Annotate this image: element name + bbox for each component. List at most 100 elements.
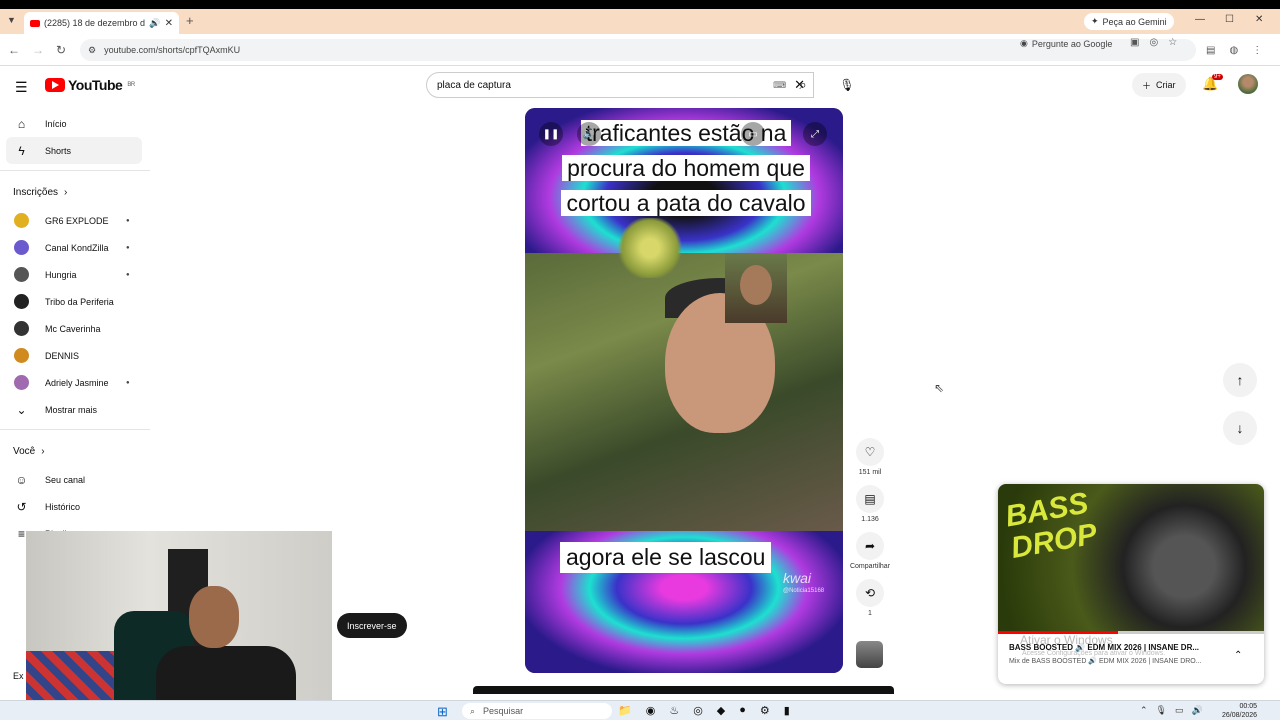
voice-search-button[interactable]: 🎙 — [836, 74, 858, 96]
tray-network-icon[interactable]: ▭ — [1175, 705, 1184, 716]
channel-name: DENNIS — [45, 350, 80, 361]
recorder-icon[interactable]: ● — [739, 704, 746, 717]
profile-icon[interactable]: ◍ — [1229, 45, 1238, 56]
channel-avatar — [14, 348, 29, 363]
keyboard-icon[interactable]: ⌨ — [773, 80, 786, 91]
windows-start-icon[interactable]: ⊞ — [437, 704, 448, 720]
chrome-icon[interactable]: ◉ — [646, 704, 656, 717]
remix-count: 1 — [868, 610, 872, 617]
sidebar-channel-item[interactable]: Canal KondZilla ● — [0, 234, 150, 261]
mouse-cursor-icon: ⇖ — [934, 381, 945, 395]
browser-tab[interactable]: (2285) 18 de dezembro de 2... 🔊 ✕ — [24, 12, 179, 34]
video-inset-face — [725, 253, 787, 323]
create-button[interactable]: ＋ Criar — [1132, 73, 1186, 97]
taskbar-search[interactable]: ⌕ Pesquisar — [462, 703, 612, 719]
captions-icon[interactable]: ▭ — [741, 122, 765, 146]
channel-avatar — [14, 321, 29, 336]
share-button[interactable]: ➦ — [856, 532, 884, 560]
chevron-right-icon: › — [41, 445, 45, 457]
sidebar-channel-item[interactable]: Mc Caverinha — [0, 315, 150, 342]
fullscreen-icon[interactable]: ⤢ — [803, 122, 827, 146]
tray-volume-icon[interactable]: 🔊 — [1192, 705, 1203, 716]
share-label: Compartilhar — [849, 563, 891, 570]
file-explorer-icon[interactable]: 📁 — [618, 704, 632, 717]
clock-date: 26/08/2026 — [1222, 712, 1258, 719]
sound-thumbnail[interactable] — [856, 641, 883, 668]
gemini-label: Peça ao Gemini — [1102, 16, 1167, 27]
subscriptions-label: Inscrições — [13, 186, 59, 198]
window-close-icon[interactable]: ✕ — [1255, 14, 1263, 25]
user-icon: ☺ — [15, 472, 28, 487]
activate-windows-subtitle: Acesse Configurações para ativar o Windo… — [1022, 650, 1166, 657]
channel-avatar — [14, 267, 29, 282]
previous-short-button[interactable]: ↑ — [1223, 363, 1257, 397]
browser-toolbar: ← → ↻ ⚙ youtube.com/shorts/cpfTQAxmKU ◉ … — [0, 34, 1280, 66]
maximize-icon[interactable]: ☐ — [1225, 14, 1234, 25]
subscriptions-heading[interactable]: Inscrições › — [0, 177, 150, 207]
sidebar: ⌂ Início ϟ Shorts Inscrições › GR6 EXPLO… — [0, 110, 150, 547]
sidebar-item-history[interactable]: ↺ Histórico — [0, 493, 150, 520]
new-tab-button[interactable]: + — [186, 13, 194, 28]
tab-title: (2285) 18 de dezembro de 2... — [44, 18, 146, 28]
comment-button[interactable]: ▤ — [856, 485, 884, 513]
sidebar-item-your-channel[interactable]: ☺ Seu canal — [0, 466, 150, 493]
gemini-button[interactable]: ✦ Peça ao Gemini — [1084, 13, 1174, 30]
app-icon[interactable]: ◎ — [693, 704, 703, 717]
youtube-play-icon — [45, 78, 65, 92]
sidebar-channel-item[interactable]: Adriely Jasmine ● — [0, 369, 150, 396]
chevron-up-icon[interactable]: ⌃ — [1234, 650, 1242, 661]
site-info-icon[interactable]: ⚙ — [88, 45, 96, 56]
bookmark-star-icon[interactable]: ☆ — [1168, 37, 1177, 48]
webcam-person-head — [189, 586, 239, 648]
sidebar-channel-item[interactable]: GR6 EXPLODE ● — [0, 207, 150, 234]
tray-chevron-icon[interactable]: ⌃ — [1140, 705, 1148, 716]
pause-icon[interactable]: ❚❚ — [539, 122, 563, 146]
taskbar-clock[interactable]: 00:05 26/08/2026 — [1222, 702, 1257, 720]
volume-icon[interactable]: 🔊 — [577, 122, 601, 146]
search-input[interactable]: placa de captura ⌨ ✕ — [426, 72, 814, 98]
tab-search-icon[interactable]: ▼ — [7, 15, 16, 25]
subscribe-button[interactable]: Inscrever-se — [337, 613, 407, 638]
sidebar-channel-item[interactable]: DENNIS — [0, 342, 150, 369]
you-label: Você — [13, 445, 36, 457]
next-short-button[interactable]: ↓ — [1223, 411, 1257, 445]
channel-avatar — [14, 213, 29, 228]
search-button[interactable]: ⌕ — [788, 72, 818, 98]
you-heading[interactable]: Você › — [0, 436, 150, 466]
minimize-icon[interactable]: — — [1195, 14, 1205, 25]
remix-button[interactable]: ⟲ — [856, 579, 884, 607]
sidebar-cut-label: Ex — [13, 671, 24, 681]
settings-icon[interactable]: ⚙ — [760, 704, 770, 717]
tab-close-icon[interactable]: ✕ — [165, 18, 173, 29]
channel-name: GR6 EXPLODE — [45, 215, 109, 226]
discord-icon[interactable]: ◆ — [717, 704, 725, 717]
clock-time: 00:05 — [1239, 703, 1258, 710]
install-app-icon[interactable]: ▣ — [1130, 37, 1139, 48]
youtube-logo[interactable]: YouTube BR — [45, 77, 135, 93]
arrow-up-icon: ↑ — [1236, 372, 1244, 388]
sidebar-item-label: Início — [45, 118, 67, 129]
avatar[interactable] — [1238, 74, 1258, 94]
tray-mic-icon[interactable]: 🎙 — [1156, 705, 1167, 716]
youtube-header: ☰ YouTube BR placa de captura ⌨ ✕ ⌕ 🎙 ＋ … — [0, 66, 1280, 106]
ask-google-button[interactable]: ◉ Pergunte ao Google — [1020, 38, 1112, 49]
browser-menu-icon[interactable]: ⋮ — [1252, 45, 1262, 56]
sidebar-channel-item[interactable]: Hungria ● — [0, 261, 150, 288]
reload-icon[interactable]: ↻ — [56, 43, 66, 57]
extensions-icon[interactable]: ▤ — [1206, 45, 1215, 56]
sidebar-item-home[interactable]: ⌂ Início — [0, 110, 150, 137]
region-label: BR — [127, 82, 135, 88]
show-more-button[interactable]: ⌄ Mostrar mais — [0, 396, 150, 423]
sidebar-channel-item[interactable]: Tribo da Periferia — [0, 288, 150, 315]
app-icon-2[interactable]: ▮ — [784, 704, 790, 717]
menu-icon[interactable]: ☰ — [15, 79, 28, 96]
hide-icon[interactable]: ◎ — [1149, 37, 1158, 48]
forward-icon[interactable]: → — [32, 43, 44, 57]
shorts-video-player[interactable]: traficantes estão na procura do homem qu… — [525, 108, 843, 673]
speaker-icon[interactable]: 🔊 — [149, 18, 160, 29]
sidebar-item-shorts[interactable]: ϟ Shorts — [6, 137, 142, 164]
divider — [0, 429, 150, 430]
like-button[interactable]: ♡ — [856, 438, 884, 466]
steam-icon[interactable]: ♨ — [669, 704, 679, 717]
back-icon[interactable]: ← — [8, 43, 20, 57]
